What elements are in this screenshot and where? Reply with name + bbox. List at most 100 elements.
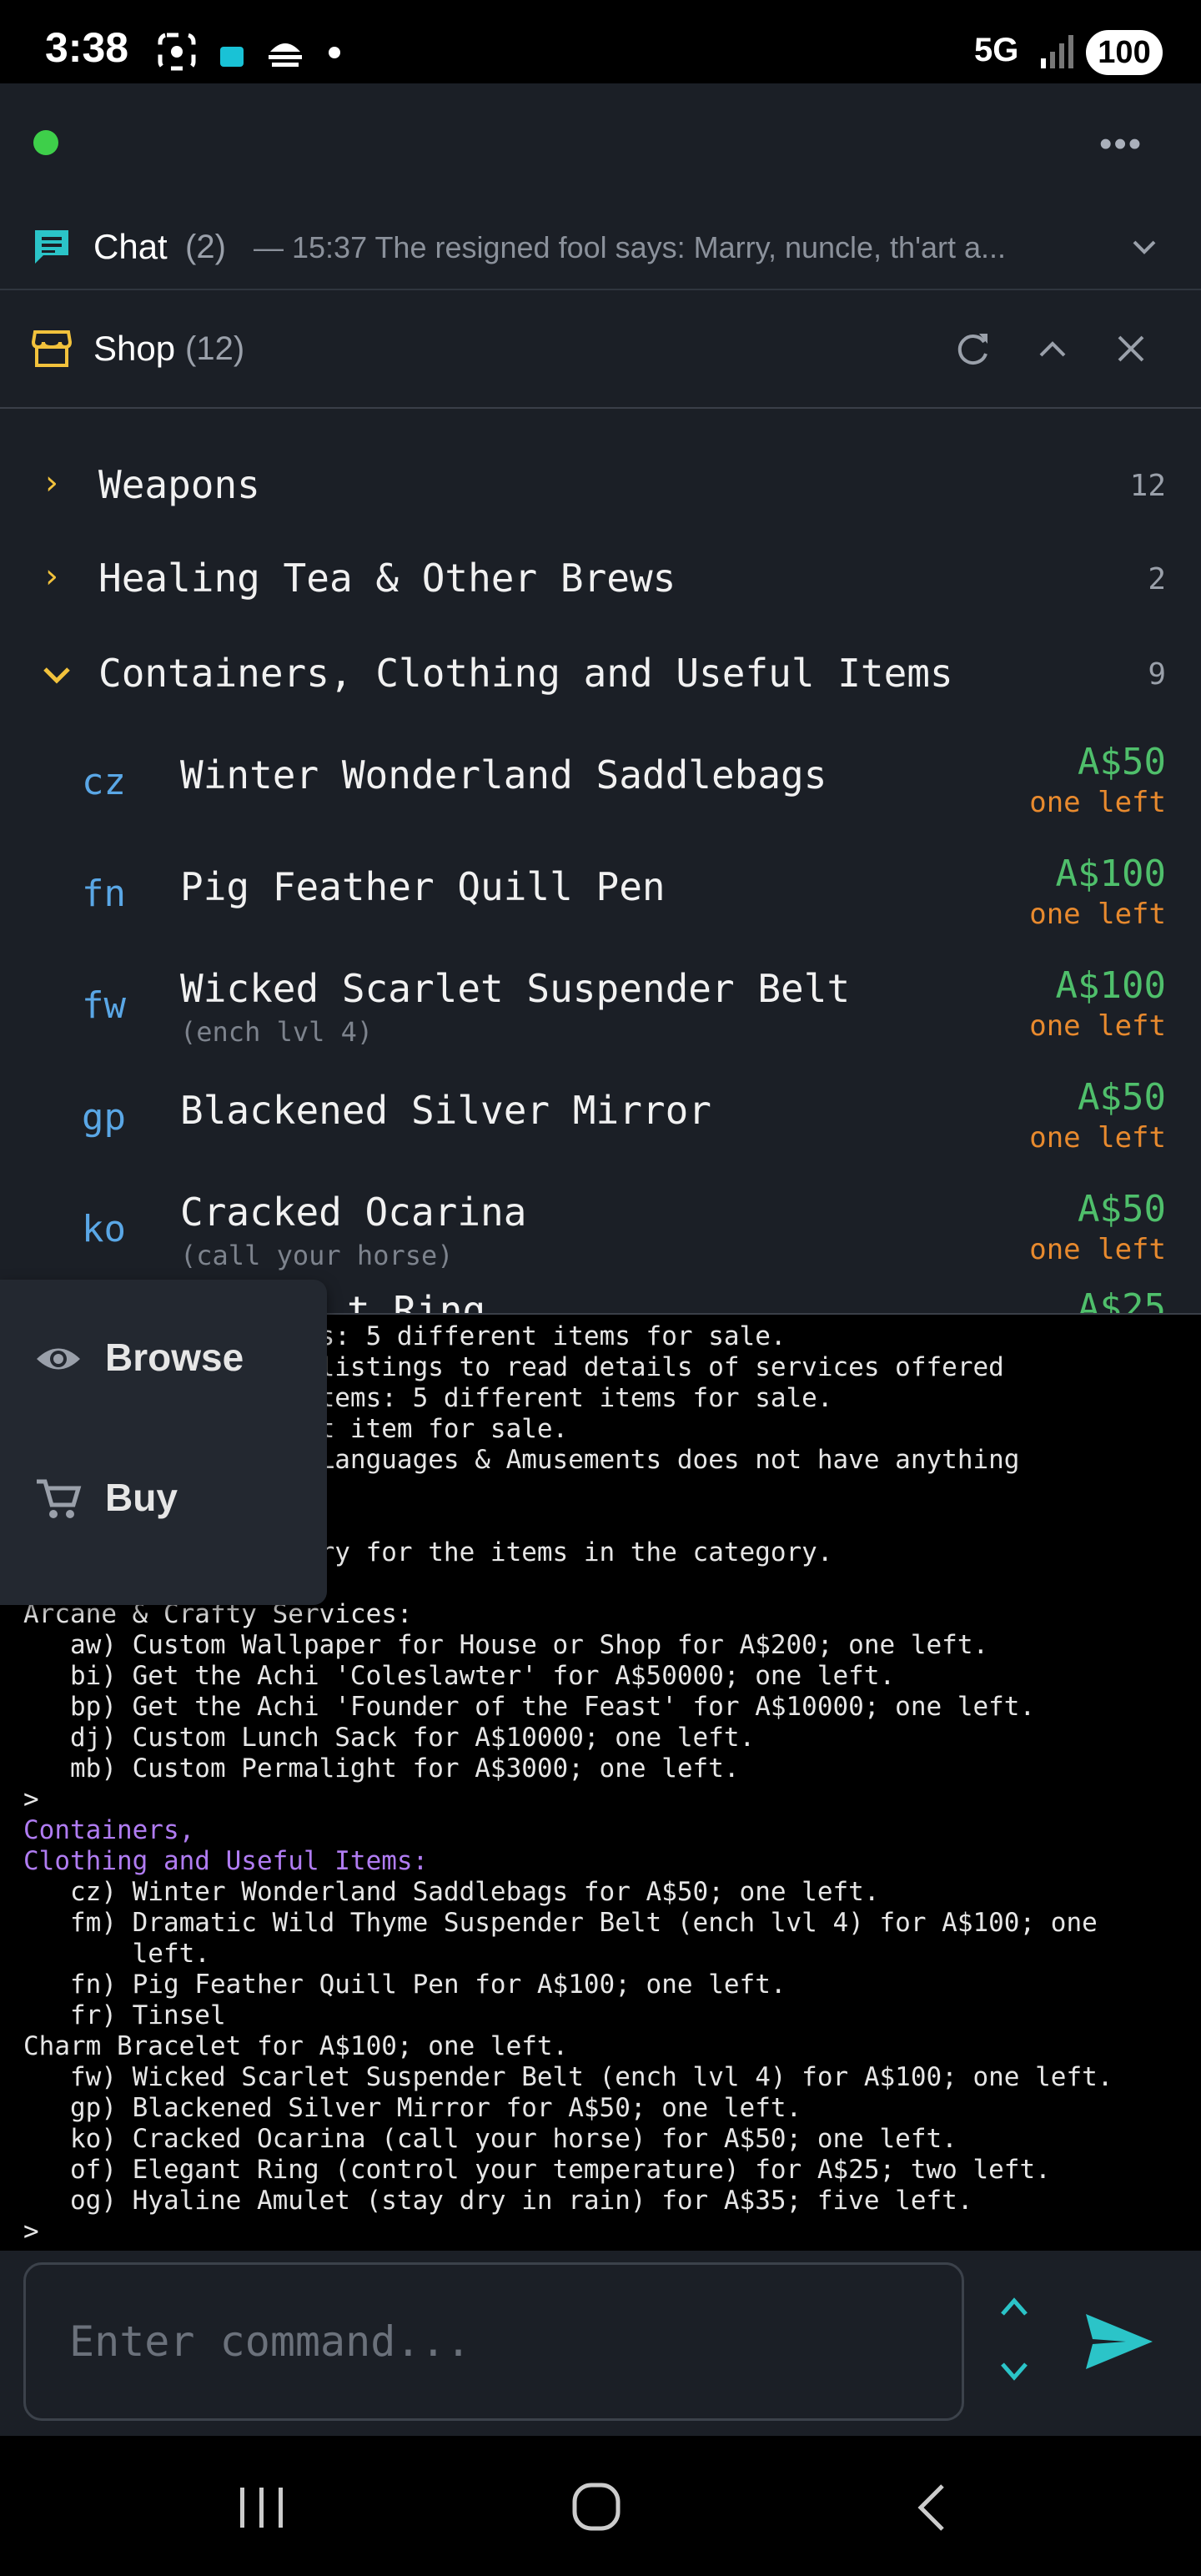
screenshot-icon — [158, 33, 196, 71]
item-stock: one left — [1029, 1233, 1166, 1266]
category-containers[interactable]: Containers, Clothing and Useful Items 9 — [0, 627, 1201, 719]
item-price: A$50 — [1078, 1076, 1166, 1119]
more-options-icon[interactable]: ••• — [1099, 123, 1143, 165]
item-price: A$100 — [1055, 853, 1166, 895]
item-code: fn — [82, 873, 126, 915]
item-price: A$50 — [1078, 1188, 1166, 1230]
recent-apps-icon[interactable] — [237, 2484, 287, 2531]
terminal-category-heading: Clothing and Useful Items: — [23, 1846, 429, 1876]
network-type: 5G — [974, 32, 1019, 68]
terminal-line: gp) Blackened Silver Mirror for A$50; on… — [23, 2093, 802, 2123]
shop-header: Shop (12) — [0, 290, 1201, 409]
item-name: Blackened Silver Mirror — [180, 1088, 711, 1133]
shop-item[interactable]: ko Cracked Ocarina (call your horse) A$5… — [0, 1176, 1201, 1288]
terminal-line: fw) Wicked Scarlet Suspender Belt (ench … — [23, 2062, 1113, 2092]
shop-item[interactable]: fw Wicked Scarlet Suspender Belt (ench l… — [0, 953, 1201, 1064]
terminal-line: fn) Pig Feather Quill Pen for A$100; one… — [23, 1970, 786, 2000]
item-name: Pig Feather Quill Pen — [180, 864, 666, 909]
item-code: ko — [82, 1208, 126, 1250]
item-name: Cracked Ocarina — [180, 1190, 527, 1235]
refresh-icon[interactable] — [954, 330, 991, 367]
item-stock: one left — [1029, 1121, 1166, 1155]
shop-title: Shop — [93, 329, 176, 368]
item-price: A$50 — [1078, 741, 1166, 783]
terminal-prompt: > — [23, 2216, 39, 2246]
system-nav-bar — [0, 2436, 1201, 2576]
browse-label: Browse — [105, 1336, 244, 1379]
terminal-line: aw) Custom Wallpaper for House or Shop f… — [23, 1630, 989, 1660]
signal-icon — [1041, 35, 1073, 68]
history-up-icon[interactable] — [997, 2294, 1031, 2319]
shop-item[interactable]: cz Winter Wonderland Saddlebags A$50 one… — [0, 729, 1201, 841]
category-name: Healing Tea & Other Brews — [98, 556, 676, 601]
terminal-line: cz) Winter Wonderland Saddlebags for A$5… — [23, 1877, 880, 1907]
category-count: 9 — [1148, 657, 1166, 692]
item-name: Wicked Scarlet Suspender Belt — [180, 966, 851, 1011]
terminal-line: dj) Custom Lunch Sack for A$10000; one l… — [23, 1723, 756, 1753]
clock: 3:38 — [45, 24, 129, 71]
item-price: A$100 — [1055, 964, 1166, 1007]
terminal-line: fr) Tinsel — [23, 2000, 226, 2030]
terminal-line: ko) Cracked Ocarina (call your horse) fo… — [23, 2124, 957, 2154]
close-icon[interactable] — [1114, 332, 1148, 365]
item-stock: one left — [1029, 786, 1166, 819]
terminal-line: mb) Custom Permalight for A$3000; one le… — [23, 1753, 740, 1784]
terminal-prompt: > — [23, 1784, 39, 1814]
terminal-line: bi) Get the Achi 'Coleslawter' for A$500… — [23, 1661, 896, 1691]
terminal-line: og) Hyaline Amulet (stay dry in rain) fo… — [23, 2186, 973, 2216]
shop-list: › Weapons 12 › Healing Tea & Other Brews… — [0, 409, 1201, 1313]
notification-dot-icon — [329, 47, 340, 58]
category-weapons[interactable]: › Weapons 12 — [0, 439, 1201, 531]
history-down-icon[interactable] — [997, 2359, 1031, 2384]
shop-item[interactable]: gp Blackened Silver Mirror A$50 one left — [0, 1064, 1201, 1176]
chat-count: (2) — [185, 229, 226, 265]
chevron-right-icon: › — [45, 464, 58, 502]
status-bar: 3:38 5G 100 — [0, 0, 1201, 83]
chevron-down-icon[interactable] — [1131, 234, 1158, 260]
send-icon[interactable] — [1084, 2312, 1154, 2371]
terminal-category-heading: Containers, — [23, 1815, 195, 1845]
buy-label: Buy — [105, 1476, 178, 1519]
chevron-right-icon: › — [45, 557, 58, 596]
action-popup-menu: Browse Buy — [0, 1280, 327, 1605]
battery-indicator: 100 — [1086, 30, 1163, 75]
app-top-bar — [0, 83, 1201, 205]
shop-item[interactable]: fn Pig Feather Quill Pen A$100 one left — [0, 841, 1201, 953]
terminal-line: Charm Bracelet for A$100; one left. — [23, 2031, 569, 2061]
chevron-down-icon — [43, 667, 70, 684]
category-count: 12 — [1129, 469, 1166, 503]
item-code: fw — [82, 984, 126, 1027]
item-subtitle: (call your horse) — [180, 1240, 454, 1271]
app-notification-icon — [220, 47, 244, 67]
category-count: 2 — [1148, 562, 1166, 596]
connection-status-dot — [33, 130, 58, 155]
item-stock: one left — [1029, 898, 1166, 931]
command-input[interactable] — [23, 2262, 964, 2421]
item-stock: one left — [1029, 1009, 1166, 1043]
shop-count: (12) — [185, 330, 245, 367]
item-name: Winter Wonderland Saddlebags — [180, 752, 827, 797]
category-healing-tea[interactable]: › Healing Tea & Other Brews 2 — [0, 532, 1201, 624]
chat-latest-message: — 15:37 The resigned fool says: Marry, n… — [254, 230, 1006, 264]
shop-icon — [32, 330, 72, 367]
eye-icon — [37, 1348, 80, 1370]
back-icon[interactable] — [912, 2483, 949, 2533]
item-price: A$25 — [1078, 1286, 1166, 1313]
item-code: gp — [82, 1096, 126, 1139]
item-name: t Ring — [347, 1288, 486, 1313]
command-bar — [0, 2251, 1201, 2436]
buy-menu-item[interactable]: Buy — [0, 1445, 327, 1553]
shopping-cart-icon — [37, 1479, 82, 1518]
item-subtitle: (ench lvl 4) — [180, 1016, 374, 1048]
browse-menu-item[interactable]: Browse — [0, 1305, 327, 1413]
chevron-up-icon[interactable] — [1036, 334, 1069, 364]
home-icon[interactable] — [570, 2481, 622, 2533]
category-name: Weapons — [98, 462, 260, 507]
weather-icon — [269, 43, 302, 67]
terminal-line: left. — [23, 1939, 210, 1969]
chat-icon — [35, 230, 68, 264]
terminal-line: of) Elegant Ring (control your temperatu… — [23, 2155, 1051, 2185]
chat-header[interactable]: Chat (2) — 15:37 The resigned fool says:… — [0, 205, 1201, 290]
terminal-line: fm) Dramatic Wild Thyme Suspender Belt (… — [23, 1908, 1098, 1938]
category-name: Containers, Clothing and Useful Items — [98, 651, 953, 696]
